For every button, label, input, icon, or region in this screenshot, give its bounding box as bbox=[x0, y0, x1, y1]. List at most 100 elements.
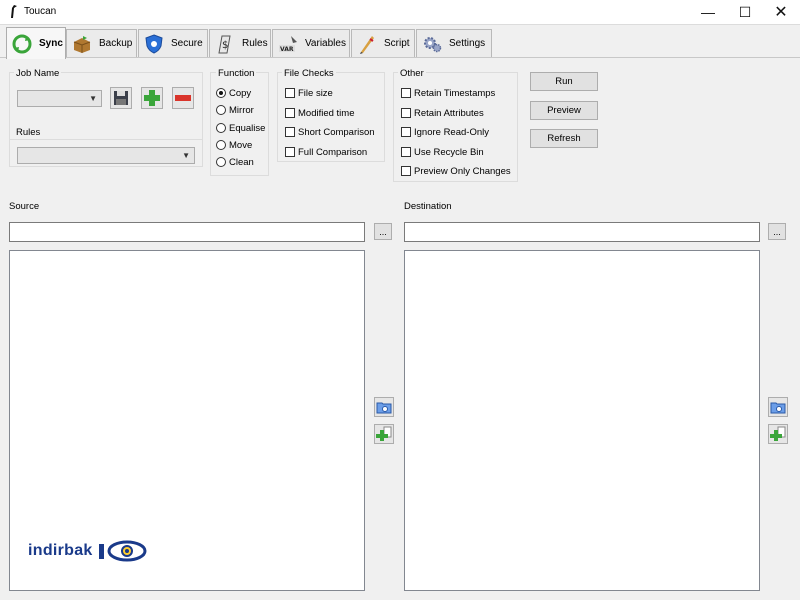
remove-job-button[interactable] bbox=[172, 87, 194, 109]
tab-rules-label: Rules bbox=[242, 38, 268, 49]
check-modified-time[interactable]: Modified time bbox=[285, 106, 355, 120]
destination-browse-button[interactable]: ... bbox=[768, 223, 786, 240]
checkbox-label: Retain Attributes bbox=[414, 107, 484, 119]
radio-indicator bbox=[216, 157, 226, 167]
watermark-text: indirbak bbox=[28, 542, 93, 559]
file-checks-label: File Checks bbox=[282, 68, 336, 79]
settings-gears-icon bbox=[421, 33, 443, 55]
eye-logo-icon bbox=[98, 540, 147, 562]
title-bar: Toucan — ☐ ✕ bbox=[0, 0, 800, 24]
function-radio-mirror[interactable]: Mirror bbox=[216, 103, 254, 117]
destination-path-input[interactable] bbox=[404, 222, 760, 242]
add-file-icon bbox=[770, 426, 786, 441]
tab-backup[interactable]: Backup bbox=[66, 29, 137, 57]
function-label: Function bbox=[216, 68, 257, 79]
source-path-input[interactable] bbox=[9, 222, 365, 242]
close-button[interactable]: ✕ bbox=[763, 0, 799, 24]
check-ignore-read-only[interactable]: Ignore Read-Only bbox=[401, 125, 489, 139]
tab-secure[interactable]: Secure bbox=[138, 29, 208, 57]
radio-indicator bbox=[216, 105, 226, 115]
backup-box-icon bbox=[71, 33, 93, 55]
tab-settings-label: Settings bbox=[449, 38, 486, 49]
add-job-button[interactable] bbox=[141, 87, 163, 109]
window-title: Toucan bbox=[24, 6, 57, 17]
checkbox-label: Ignore Read-Only bbox=[414, 126, 489, 138]
destination-open-folder-button[interactable] bbox=[768, 397, 788, 417]
tab-sync[interactable]: Sync bbox=[6, 27, 66, 59]
check-use-recycle-bin[interactable]: Use Recycle Bin bbox=[401, 145, 484, 159]
rules-combo[interactable]: ▼ bbox=[17, 147, 195, 164]
other-label: Other bbox=[398, 68, 426, 79]
radio-label: Equalise bbox=[229, 122, 266, 134]
shield-icon bbox=[143, 33, 165, 55]
checkbox-box bbox=[285, 147, 295, 157]
check-preview-only-changes[interactable]: Preview Only Changes bbox=[401, 164, 511, 178]
check-file-size[interactable]: File size bbox=[285, 86, 333, 100]
tab-rules[interactable]: $ Rules bbox=[209, 29, 271, 57]
sync-icon bbox=[11, 33, 33, 55]
radio-indicator bbox=[216, 88, 226, 98]
checkbox-box bbox=[401, 166, 411, 176]
save-job-button[interactable] bbox=[110, 87, 132, 109]
toucan-app-icon bbox=[8, 4, 18, 19]
function-radio-clean[interactable]: Clean bbox=[216, 155, 254, 169]
refresh-button[interactable]: Refresh bbox=[530, 129, 598, 148]
radio-indicator bbox=[216, 140, 226, 150]
checkbox-box bbox=[285, 127, 295, 137]
check-short-comparison[interactable]: Short Comparison bbox=[285, 125, 375, 139]
preview-button[interactable]: Preview bbox=[530, 101, 598, 120]
checkbox-box bbox=[401, 108, 411, 118]
radio-label: Copy bbox=[229, 87, 252, 99]
source-label: Source bbox=[9, 201, 40, 212]
plus-icon bbox=[144, 90, 160, 106]
check-retain-timestamps[interactable]: Retain Timestamps bbox=[401, 86, 495, 100]
destination-label: Destination bbox=[404, 201, 452, 212]
function-radio-equalise[interactable]: Equalise bbox=[216, 121, 265, 135]
function-radio-copy[interactable]: Copy bbox=[216, 86, 251, 100]
source-browse-button[interactable]: ... bbox=[374, 223, 392, 240]
rules-icon: $ bbox=[214, 33, 236, 55]
checkbox-label: Full Comparison bbox=[298, 146, 368, 158]
svg-text:$: $ bbox=[222, 40, 228, 51]
variables-icon: VAR bbox=[277, 33, 299, 55]
radio-label: Move bbox=[229, 139, 253, 151]
checkbox-label: File size bbox=[298, 87, 333, 99]
checkbox-label: Retain Timestamps bbox=[414, 87, 496, 99]
radio-indicator bbox=[216, 123, 226, 133]
radio-label: Clean bbox=[229, 156, 254, 168]
rules-label: Rules bbox=[14, 127, 43, 138]
job-name-combo[interactable]: ▼ bbox=[17, 90, 102, 107]
job-name-label: Job Name bbox=[14, 68, 62, 79]
svg-text:VAR: VAR bbox=[280, 46, 294, 53]
checkbox-label: Modified time bbox=[298, 107, 355, 119]
tab-settings[interactable]: Settings bbox=[416, 29, 492, 57]
chevron-down-icon: ▼ bbox=[182, 151, 190, 160]
source-add-button[interactable] bbox=[374, 424, 394, 444]
tab-script[interactable]: Script bbox=[351, 29, 415, 57]
checkbox-box bbox=[285, 88, 295, 98]
floppy-disk-icon bbox=[114, 91, 128, 105]
destination-add-button[interactable] bbox=[768, 424, 788, 444]
maximize-button[interactable]: ☐ bbox=[727, 0, 763, 24]
tab-script-label: Script bbox=[384, 38, 410, 49]
destination-tree[interactable] bbox=[404, 250, 760, 591]
checkbox-box bbox=[285, 108, 295, 118]
tab-secure-label: Secure bbox=[171, 38, 203, 49]
run-button[interactable]: Run bbox=[530, 72, 598, 91]
folder-search-icon bbox=[770, 402, 786, 414]
function-radio-move[interactable]: Move bbox=[216, 138, 252, 152]
minus-icon bbox=[175, 95, 191, 101]
radio-label: Mirror bbox=[229, 104, 254, 116]
check-full-comparison[interactable]: Full Comparison bbox=[285, 145, 367, 159]
folder-search-icon bbox=[376, 402, 392, 414]
check-retain-attributes[interactable]: Retain Attributes bbox=[401, 106, 484, 120]
tab-strip-divider bbox=[0, 57, 800, 58]
add-file-icon bbox=[376, 426, 392, 441]
minimize-button[interactable]: — bbox=[690, 0, 726, 24]
tab-sync-label: Sync bbox=[39, 38, 63, 49]
checkbox-box bbox=[401, 147, 411, 157]
checkbox-box bbox=[401, 88, 411, 98]
source-open-folder-button[interactable] bbox=[374, 397, 394, 417]
tab-variables[interactable]: VAR Variables bbox=[272, 29, 350, 57]
chevron-down-icon: ▼ bbox=[89, 94, 97, 103]
